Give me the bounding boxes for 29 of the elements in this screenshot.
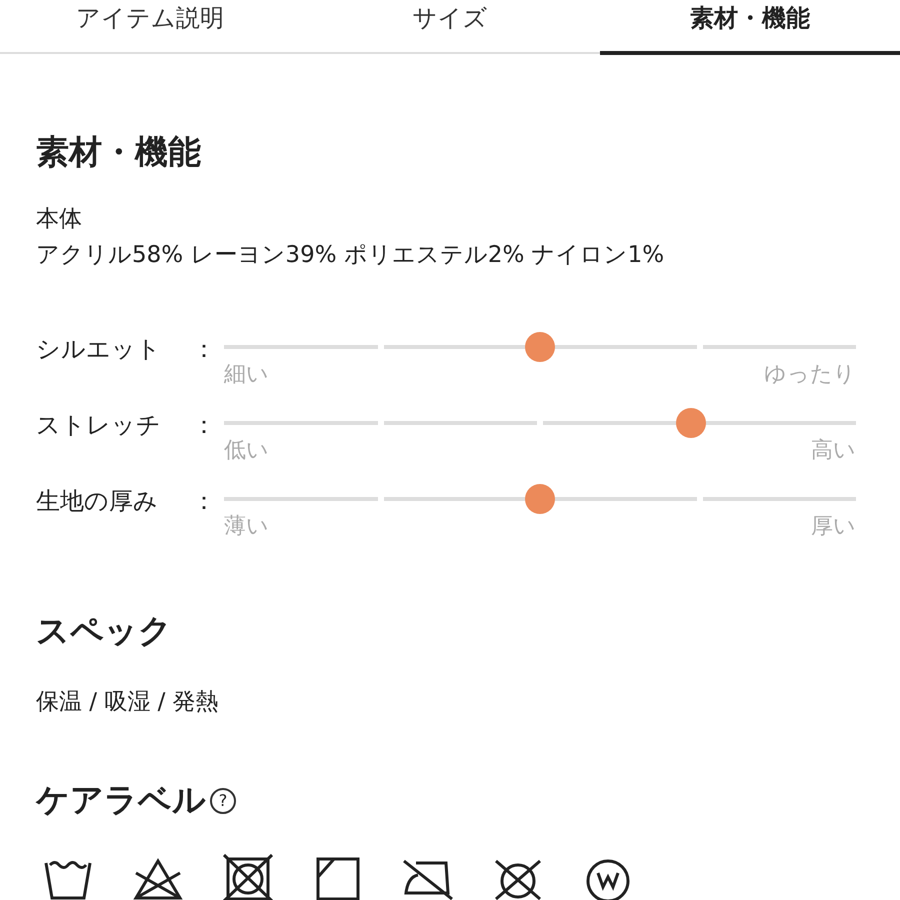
part-label: 本体: [36, 205, 83, 234]
slider-thumb[interactable]: [525, 484, 555, 514]
slider-track[interactable]: [224, 332, 856, 362]
tab[interactable]: アイテム説明: [0, 0, 300, 55]
crossed-dryer-icon: [222, 853, 274, 900]
min-label: 低い: [224, 437, 269, 465]
slider-track[interactable]: [224, 408, 856, 438]
section-heading: 素材・機能: [36, 131, 201, 173]
tab[interactable]: サイズ: [300, 0, 600, 55]
separator: ：: [192, 486, 216, 517]
spec-text: 保温 / 吸湿 / 発熱: [36, 688, 220, 717]
help-icon[interactable]: ?: [210, 788, 236, 814]
slider-track[interactable]: [224, 484, 856, 514]
composition-text: アクリル58% レーヨン39% ポリエステル2% ナイロン1%: [36, 241, 666, 270]
max-label: ゆったり: [764, 361, 856, 389]
slider-thumb[interactable]: [676, 408, 706, 438]
min-label: 薄い: [224, 513, 269, 541]
max-label: 厚い: [811, 513, 856, 541]
max-label: 高い: [811, 437, 856, 465]
min-label: 細い: [224, 361, 269, 389]
tab[interactable]: 素材・機能: [600, 0, 900, 55]
slider-label: ストレッチ: [36, 410, 161, 441]
separator: ：: [192, 410, 216, 441]
slider-thumb[interactable]: [525, 332, 555, 362]
slider-label: シルエット: [36, 334, 161, 365]
section-heading: ケアラベル: [36, 779, 206, 821]
section-heading: スペック: [36, 610, 172, 652]
slider-label: 生地の厚み: [36, 486, 158, 517]
separator: ：: [192, 334, 216, 365]
